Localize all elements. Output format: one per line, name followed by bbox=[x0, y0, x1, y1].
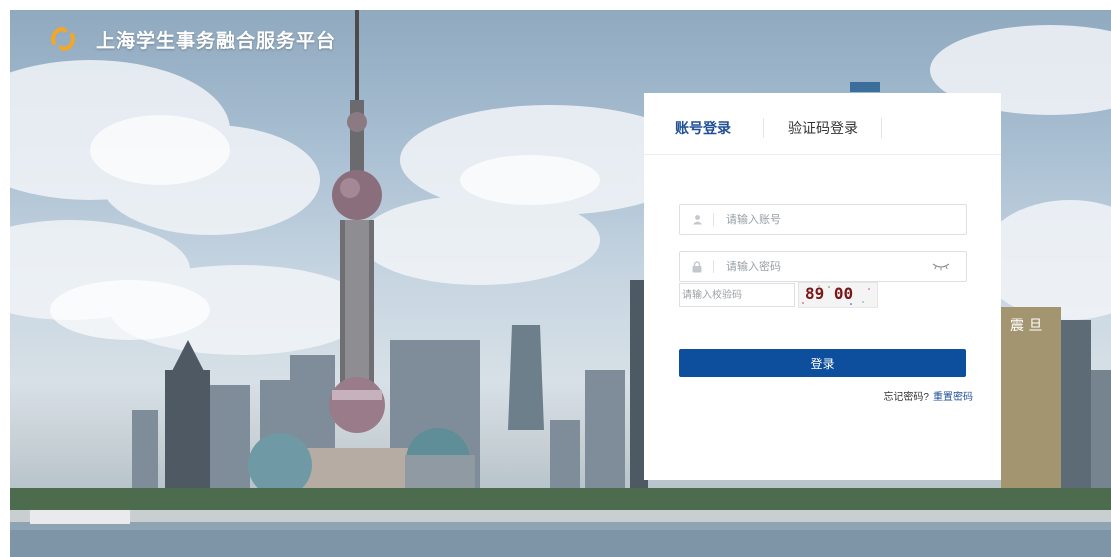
platform-title: 上海学生事务融合服务平台 bbox=[96, 30, 337, 52]
forgot-password-label: 忘记密码? bbox=[883, 392, 929, 403]
reset-password-link[interactable]: 重置密码 bbox=[933, 392, 973, 403]
captcha-input[interactable] bbox=[679, 283, 795, 307]
tab-divider bbox=[763, 118, 764, 138]
forgot-password-row: 忘记密码? 重置密码 bbox=[883, 388, 973, 403]
login-tabs: 账号登录 验证码登录 bbox=[644, 93, 1001, 155]
user-icon bbox=[680, 205, 714, 234]
tab-divider bbox=[881, 118, 882, 138]
tab-code-login[interactable]: 验证码登录 bbox=[788, 93, 858, 155]
tab-account-login[interactable]: 账号登录 bbox=[675, 93, 731, 155]
login-panel: 账号登录 验证码登录 89 00 bbox=[644, 93, 1001, 480]
captcha-image[interactable]: 89 00 bbox=[798, 282, 878, 308]
refresh-logo-icon bbox=[51, 27, 75, 51]
account-input[interactable] bbox=[726, 205, 936, 234]
account-field bbox=[679, 204, 967, 235]
svg-text:震 旦: 震 旦 bbox=[1010, 318, 1042, 334]
password-input[interactable] bbox=[726, 252, 936, 281]
brand-header: 上海学生事务融合服务平台 bbox=[50, 23, 336, 55]
lock-icon bbox=[680, 252, 714, 281]
login-button[interactable]: 登录 bbox=[679, 349, 966, 377]
password-field bbox=[679, 251, 967, 282]
background-cityscape: 震 旦 上海学生事务融合服务平台 账号登录 验证码登录 请输入账号 请输入校验码… bbox=[10, 10, 1111, 557]
eye-closed-icon[interactable] bbox=[932, 260, 950, 272]
